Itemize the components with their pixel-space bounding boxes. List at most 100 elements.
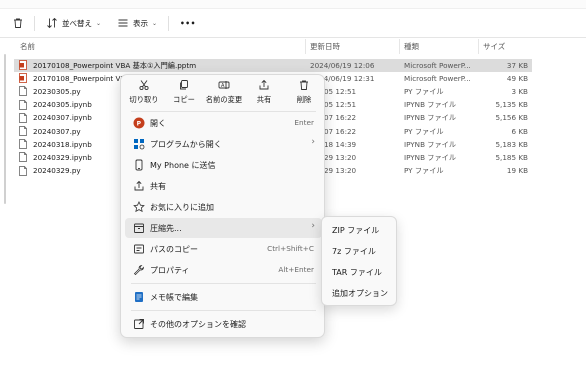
submenu-item-label: 7z ファイル: [332, 247, 376, 256]
column-header-type[interactable]: 種類: [404, 41, 419, 52]
rename-icon: A: [218, 81, 230, 89]
file-icon: [19, 99, 27, 110]
submenu-item-label: ZIP ファイル: [332, 226, 380, 235]
cut-label: 切り取り: [129, 95, 159, 104]
copy-icon: [180, 80, 188, 90]
delete-action-button[interactable]: 削除: [284, 79, 324, 105]
column-divider: [478, 39, 479, 54]
svg-text:A: A: [221, 83, 225, 89]
file-type: Microsoft PowerP...: [404, 60, 471, 70]
menu-item-label: メモ帳で編集: [150, 292, 198, 302]
menu-item-shortcut: Ctrl+Shift+C: [267, 244, 314, 253]
menu-item-open[interactable]: P 開く Enter: [121, 113, 326, 133]
menu-item-label: プロパティ: [150, 265, 190, 275]
file-size: 5,185 KB: [495, 152, 528, 162]
submenu-item-label: TAR ファイル: [332, 268, 382, 277]
sort-button[interactable]: 並べ替え ⌄: [46, 14, 101, 32]
menu-item-add-favorite[interactable]: お気に入りに追加: [121, 197, 326, 217]
menu-item-edit-notepad[interactable]: メモ帳で編集: [121, 287, 326, 307]
app-grid-icon: [134, 139, 145, 150]
svg-text:P: P: [137, 120, 142, 127]
menu-item-label: その他のオプションを確認: [150, 319, 246, 329]
file-icon: [19, 112, 27, 123]
menu-divider: [131, 283, 316, 284]
view-button[interactable]: 表示 ⌄: [117, 14, 157, 32]
cut-button[interactable]: 切り取り: [124, 79, 164, 105]
notepad-icon: [135, 292, 143, 302]
file-type: IPYNB ファイル: [404, 139, 457, 149]
column-header-size[interactable]: サイズ: [483, 41, 505, 52]
file-size: 37 KB: [506, 60, 528, 70]
chevron-right-icon: ›: [311, 137, 315, 147]
menu-item-label: お気に入りに追加: [150, 202, 214, 212]
pptx-icon: [19, 60, 27, 70]
menu-item-share[interactable]: 共有: [121, 176, 326, 196]
file-date: 2024/06/19 12:06: [310, 60, 375, 70]
file-icon: [19, 139, 27, 150]
menu-item-label: 圧縮先...: [150, 223, 182, 233]
file-type: IPYNB ファイル: [404, 113, 457, 123]
menu-item-send-to-phone[interactable]: My Phone に送信: [121, 155, 326, 175]
archive-icon: [134, 223, 144, 233]
rename-button[interactable]: A 名前の変更: [204, 79, 244, 105]
chevron-down-icon: ⌄: [152, 19, 158, 27]
share-button[interactable]: 共有: [244, 79, 284, 105]
star-icon: [133, 201, 145, 213]
window-top-strip: [0, 0, 586, 9]
trash-icon: [14, 18, 22, 28]
file-size: 5,183 KB: [495, 139, 528, 149]
submenu-item-additional-options[interactable]: 追加オプション: [322, 283, 398, 303]
menu-divider: [131, 310, 316, 311]
file-type: PY ファイル: [404, 166, 444, 176]
menu-item-label: プログラムから開く: [150, 139, 222, 149]
share-icon: [134, 180, 144, 191]
delete-button[interactable]: [12, 14, 24, 32]
toolbar-divider: [34, 16, 35, 31]
file-type: IPYNB ファイル: [404, 100, 457, 110]
column-header-date[interactable]: 更新日時: [310, 41, 340, 52]
wrench-icon: [133, 265, 144, 276]
menu-item-more-options[interactable]: その他のオプションを確認: [121, 314, 326, 334]
file-icon: [19, 126, 27, 136]
submenu-item-tar[interactable]: TAR ファイル: [322, 262, 398, 282]
submenu-item-7z[interactable]: 7z ファイル: [322, 241, 398, 261]
command-bar: 並べ替え ⌄ 表示 ⌄ •••: [0, 9, 586, 38]
copy-label: コピー: [173, 95, 195, 104]
submenu-item-zip[interactable]: ZIP ファイル: [322, 220, 398, 240]
share-label: 共有: [256, 95, 272, 104]
file-type: PY ファイル: [404, 86, 444, 96]
powerpoint-icon: P: [133, 117, 145, 129]
menu-item-copy-path[interactable]: パスのコピー Ctrl+Shift+C: [121, 239, 326, 259]
menu-item-properties[interactable]: プロパティ Alt+Enter: [121, 260, 326, 280]
file-size: 3 KB: [511, 86, 528, 96]
copy-button[interactable]: コピー: [164, 79, 204, 105]
file-name: 20230305.py: [33, 86, 81, 96]
menu-item-open-with[interactable]: プログラムから開く ›: [121, 134, 326, 154]
file-size: 5,156 KB: [495, 113, 528, 123]
file-row[interactable]: 20170108_Powerpoint VBA 基本①入門編.pptm 2024/…: [14, 59, 532, 72]
menu-item-label: パスのコピー: [150, 244, 198, 254]
open-external-icon: [134, 319, 144, 329]
view-list-icon: [118, 19, 128, 27]
chevron-right-icon: ›: [311, 221, 315, 231]
file-name: 20240329.ipynb: [33, 152, 92, 162]
chevron-down-icon: ⌄: [96, 19, 102, 27]
path-copy-icon: [134, 244, 144, 254]
more-options-button[interactable]: •••: [180, 14, 196, 32]
file-name: 20170108_Powerpoint VBA 基本①入門編.pptm: [33, 60, 197, 70]
column-header-name[interactable]: 名前: [20, 41, 35, 52]
menu-item-shortcut: Alt+Enter: [278, 265, 314, 274]
menu-item-label: 共有: [150, 181, 166, 191]
file-name: 20240305.ipynb: [33, 100, 92, 110]
file-type: IPYNB ファイル: [404, 152, 457, 162]
sort-icon: [47, 17, 57, 29]
scissors-icon: [139, 80, 149, 91]
file-icon: [19, 152, 27, 163]
file-size: 6 KB: [511, 126, 528, 136]
column-divider: [399, 39, 400, 54]
toolbar-divider: [168, 16, 169, 31]
trash-icon: [300, 80, 308, 90]
scrollbar[interactable]: [4, 54, 6, 204]
file-size: 5,135 KB: [495, 100, 528, 110]
menu-item-compress[interactable]: 圧縮先... ›: [125, 218, 322, 238]
